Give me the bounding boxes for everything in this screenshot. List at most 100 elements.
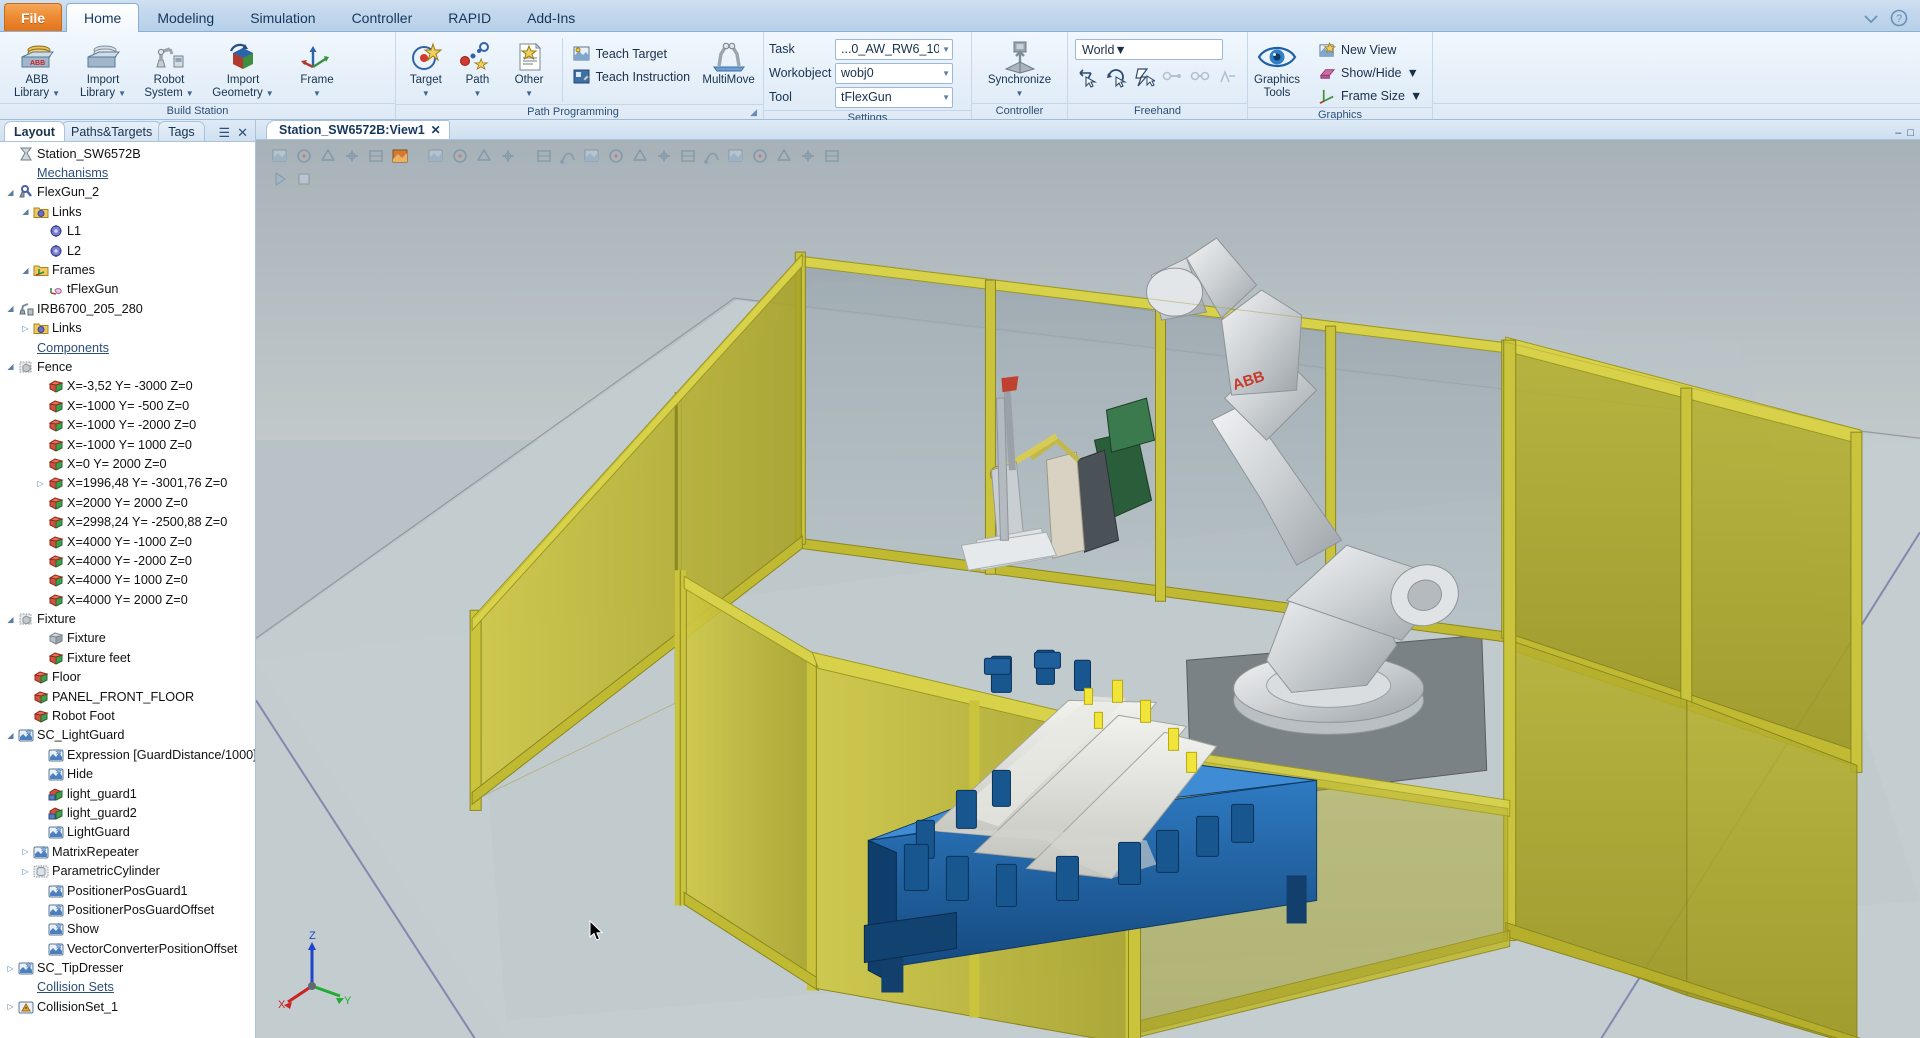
teach-instruction-button[interactable]: Teach Instruction (569, 66, 698, 88)
dock-tab-layout[interactable]: Layout (4, 121, 65, 141)
path-programming-dialog-launcher[interactable]: ◢ (750, 105, 757, 120)
chevron-down-icon[interactable]: ▼ (939, 69, 950, 78)
measure-min-dist-icon[interactable] (498, 146, 518, 166)
tree-node[interactable]: FlexGun_2 (0, 183, 255, 202)
tree-node[interactable]: light_guard2 (0, 803, 255, 822)
robot-system-button[interactable]: Robot System ▼ (137, 36, 201, 102)
arc-icon[interactable] (606, 146, 626, 166)
measure-distance-icon[interactable] (426, 146, 446, 166)
polyline-icon[interactable] (654, 146, 674, 166)
help-icon[interactable]: ? (1890, 9, 1908, 27)
tree-node[interactable]: SC_TipDresser (0, 958, 255, 977)
tree-node[interactable]: X=0 Y= 2000 Z=0 (0, 454, 255, 473)
select-surface-icon[interactable] (270, 146, 290, 166)
freehand-rotate-icon[interactable] (1104, 65, 1128, 89)
view-maximize-icon[interactable]: □ (1907, 127, 1914, 139)
curve-icon[interactable] (774, 146, 794, 166)
tree-node[interactable]: Fixture feet (0, 648, 255, 667)
tree-node[interactable]: Links (0, 202, 255, 221)
tab-rapid[interactable]: RAPID (430, 4, 509, 31)
graphics-tools-button[interactable]: Graphics Tools (1253, 36, 1301, 102)
grid-icon[interactable] (558, 146, 578, 166)
new-view-button[interactable]: New View (1315, 39, 1429, 61)
tree-node[interactable]: LightGuard (0, 823, 255, 842)
synchronize-dropdown-icon[interactable]: ▼ (1016, 89, 1024, 98)
workobject-combo[interactable]: wobj0 ▼ (835, 63, 953, 84)
expand-arrow-open-icon[interactable] (4, 188, 17, 197)
tree-node[interactable]: X=4000 Y= 2000 Z=0 (0, 590, 255, 609)
expand-arrow-closed-icon[interactable] (4, 1002, 17, 1011)
path-button[interactable]: Path ▼ (453, 36, 503, 102)
path-dropdown-icon[interactable]: ▼ (473, 89, 481, 98)
dock-menu-icon[interactable]: ☰ (218, 125, 230, 141)
abb-library-dropdown-icon[interactable]: ▼ (52, 90, 60, 98)
view-tab-close-icon[interactable]: ✕ (431, 123, 441, 137)
tree-node[interactable]: L1 (0, 222, 255, 241)
expand-arrow-open-icon[interactable] (19, 266, 32, 275)
expand-arrow-open-icon[interactable] (4, 362, 17, 371)
line-icon[interactable] (630, 146, 650, 166)
abb-library-button[interactable]: ABB ABB Library ▼ (5, 36, 69, 102)
tab-simulation[interactable]: Simulation (232, 4, 333, 31)
dock-tab-tags[interactable]: Tags (158, 121, 204, 141)
tree-node[interactable]: X=-1000 Y= 1000 Z=0 (0, 435, 255, 454)
teach-target-button[interactable]: Teach Target (569, 43, 698, 65)
import-geometry-button[interactable]: Import Geometry ▼ (203, 36, 283, 102)
expand-arrow-closed-icon[interactable] (19, 867, 32, 876)
tree-node[interactable]: IRB6700_205_280 (0, 299, 255, 318)
snap-center-icon[interactable] (318, 146, 338, 166)
tree-node[interactable]: X=4000 Y= 1000 Z=0 (0, 571, 255, 590)
tab-file[interactable]: File (4, 3, 62, 31)
expand-arrow-closed-icon[interactable] (19, 324, 32, 333)
tree-node[interactable]: X=2998,24 Y= -2500,88 Z=0 (0, 512, 255, 531)
tree-group-link[interactable]: Mechanisms (0, 163, 255, 182)
import-library-dropdown-icon[interactable]: ▼ (118, 90, 126, 98)
stop-icon[interactable] (294, 169, 314, 189)
play-icon[interactable] (270, 169, 290, 189)
tool-combo[interactable]: tFlexGun ▼ (835, 87, 953, 108)
tree-node[interactable]: SC_LightGuard (0, 726, 255, 745)
tree-node[interactable]: Expression [GuardDistance/1000] (0, 745, 255, 764)
target-dropdown-icon[interactable]: ▼ (422, 89, 430, 98)
frame-size-dropdown-icon[interactable]: ▼ (1410, 89, 1422, 103)
tree-node[interactable]: VectorConverterPositionOffset (0, 939, 255, 958)
layout-tree[interactable]: Station_SW6572BMechanismsFlexGun_2LinksL… (0, 142, 255, 1038)
expand-arrow-open-icon[interactable] (4, 731, 17, 740)
reference-combo[interactable]: World ▼ (1075, 39, 1223, 60)
chevron-down-icon[interactable]: ▼ (939, 93, 950, 102)
measure-angle-icon[interactable] (450, 146, 470, 166)
freehand-move-icon[interactable] (1076, 65, 1100, 89)
tree-node[interactable]: X=4000 Y= -1000 Z=0 (0, 532, 255, 551)
tree-node[interactable]: X=4000 Y= -2000 Z=0 (0, 551, 255, 570)
tab-addins[interactable]: Add-Ins (509, 4, 593, 31)
tree-node[interactable]: light_guard1 (0, 784, 255, 803)
expand-arrow-closed-icon[interactable] (34, 479, 47, 488)
expand-arrow-open-icon[interactable] (4, 304, 17, 313)
tab-controller[interactable]: Controller (334, 4, 431, 31)
measure-diameter-icon[interactable] (474, 146, 494, 166)
tree-node[interactable]: Fixture (0, 609, 255, 628)
frame-dropdown-icon[interactable]: ▼ (313, 89, 321, 98)
tree-group-link[interactable]: Collision Sets (0, 978, 255, 997)
tree-node[interactable]: MatrixRepeater (0, 842, 255, 861)
dock-close-icon[interactable]: ✕ (237, 125, 248, 141)
trim-icon[interactable] (822, 146, 842, 166)
view-restore-icon[interactable]: – (1895, 127, 1901, 139)
tree-node[interactable]: Fence (0, 357, 255, 376)
tree-node[interactable]: PositionerPosGuardOffset (0, 900, 255, 919)
expand-arrow-closed-icon[interactable] (4, 964, 17, 973)
circle-icon[interactable] (582, 146, 602, 166)
snap-midpoint-icon[interactable] (342, 146, 362, 166)
robot-system-dropdown-icon[interactable]: ▼ (186, 90, 194, 98)
surface-icon[interactable] (798, 146, 818, 166)
snap-edge-icon[interactable] (390, 146, 410, 166)
create-line-icon[interactable] (534, 146, 554, 166)
graphics-viewport[interactable]: ABB (256, 140, 1920, 1038)
chevron-down-icon[interactable]: ▼ (939, 45, 950, 54)
import-geometry-dropdown-icon[interactable]: ▼ (266, 90, 274, 98)
tree-node[interactable]: X=1996,48 Y= -3001,76 Z=0 (0, 474, 255, 493)
show-hide-button[interactable]: Show/Hide ▼ (1315, 62, 1429, 84)
tree-node[interactable]: X=2000 Y= 2000 Z=0 (0, 493, 255, 512)
tree-node[interactable]: Fixture (0, 629, 255, 648)
dock-tab-paths-targets[interactable]: Paths&Targets (61, 121, 162, 141)
